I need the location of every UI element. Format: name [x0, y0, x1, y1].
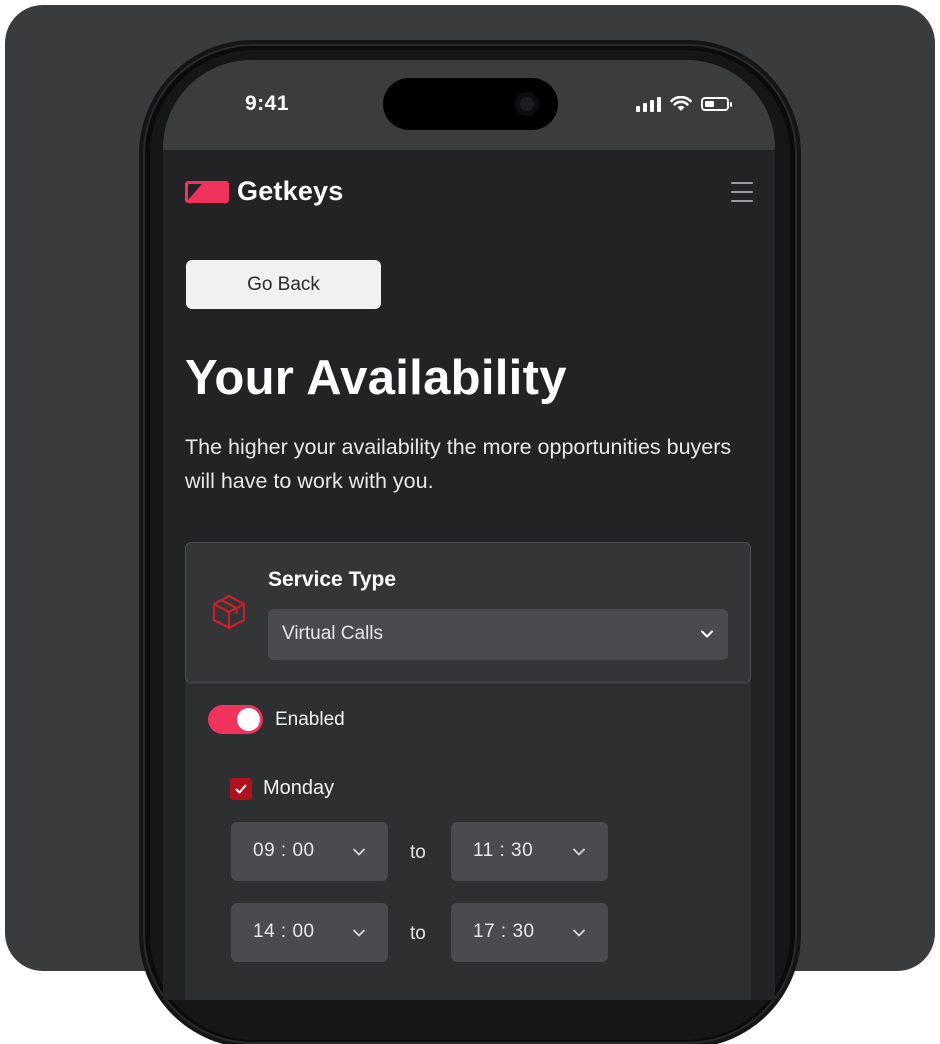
page-title: Your Availability: [185, 351, 567, 405]
brand-logo[interactable]: Getkeys: [185, 176, 343, 207]
slot-1-from-select[interactable]: 09 : 00: [231, 822, 388, 881]
availability-card: Service Type Virtual Calls Enabled Monda…: [185, 542, 751, 1000]
chevron-down-icon: [573, 848, 585, 856]
slot-1-from-value: 09 : 00: [253, 840, 315, 861]
slot-1-until-select[interactable]: 11 : 30: [451, 822, 608, 881]
chevron-down-icon: [353, 848, 365, 856]
hamburger-menu-icon[interactable]: [731, 182, 753, 202]
chevron-down-icon: [573, 929, 585, 937]
slot-2-until-select[interactable]: 17 : 30: [451, 903, 608, 962]
go-back-button[interactable]: Go Back: [186, 260, 381, 309]
toggle-knob: [237, 708, 260, 731]
box-icon: [212, 594, 246, 630]
service-type-section: Service Type Virtual Calls: [185, 542, 751, 683]
slot-2-until-value: 17 : 30: [473, 921, 535, 942]
status-icons: [636, 96, 732, 112]
service-type-value: Virtual Calls: [282, 623, 384, 644]
monday-checkbox[interactable]: [230, 777, 252, 800]
brand-name: Getkeys: [237, 176, 344, 206]
logo-mark-icon: [185, 180, 229, 203]
service-type-select[interactable]: Virtual Calls: [268, 609, 728, 660]
slot-2-from-select[interactable]: 14 : 00: [231, 903, 388, 962]
chevron-down-icon: [701, 630, 713, 638]
enabled-row: Enabled: [208, 705, 345, 734]
page-subtitle: The higher your availability the more op…: [185, 435, 732, 493]
app-header: Getkeys: [163, 150, 775, 230]
dynamic-island: [383, 78, 558, 130]
camera-icon: [515, 92, 539, 116]
enabled-toggle[interactable]: [208, 705, 263, 734]
slot-1-until-value: 11 : 30: [473, 840, 534, 861]
slot-2-from-value: 14 : 00: [253, 921, 315, 942]
service-type-label: Service Type: [268, 568, 397, 591]
battery-icon: [701, 97, 732, 111]
status-time: 9:41: [245, 92, 290, 115]
chevron-down-icon: [353, 929, 365, 937]
wifi-icon: [670, 96, 692, 111]
checkmark-icon: [235, 784, 247, 793]
status-bar: 9:41: [163, 60, 775, 150]
phone-screen: 9:41 Getkeys Go Back Your Availability T…: [163, 60, 775, 1000]
day-row-monday: Monday: [230, 777, 334, 800]
enabled-label: Enabled: [275, 708, 345, 730]
slot-1-to-label: to: [410, 842, 426, 863]
slot-2-to-label: to: [410, 923, 426, 944]
signal-icon: [636, 96, 661, 112]
day-label: Monday: [263, 777, 335, 799]
